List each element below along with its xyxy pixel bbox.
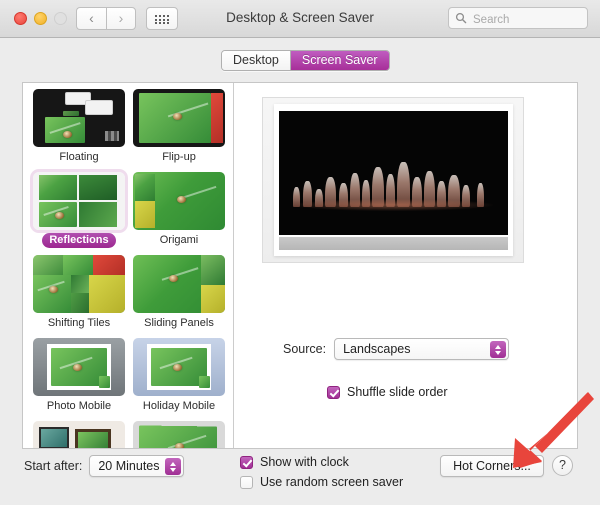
screen-saver-label: Flip-up bbox=[162, 151, 196, 163]
screen-saver-item-photo-mobile[interactable]: Photo Mobile bbox=[31, 338, 127, 414]
thumbnail-vintage-prints bbox=[133, 421, 225, 448]
screen-saver-preview bbox=[262, 97, 524, 263]
screen-saver-item-reflections[interactable]: Reflections bbox=[31, 172, 127, 248]
screen-saver-item-shifting-tiles[interactable]: Shifting Tiles bbox=[31, 255, 127, 331]
screen-saver-item-photo-wall[interactable]: Photo Wall bbox=[31, 421, 127, 448]
source-row: Source: Landscapes bbox=[283, 338, 510, 360]
tab-bar: Desktop Screen Saver bbox=[221, 50, 390, 71]
shuffle-slide-order-checkbox[interactable]: Shuffle slide order bbox=[327, 385, 448, 399]
window-titlebar: ‹ › Desktop & Screen Saver bbox=[0, 0, 600, 38]
search-field[interactable] bbox=[448, 7, 588, 29]
checkbox-icon[interactable] bbox=[240, 475, 253, 489]
source-label: Source: bbox=[283, 342, 327, 356]
screen-saver-label: Reflections bbox=[42, 233, 116, 248]
help-button[interactable]: ? bbox=[552, 455, 573, 476]
preview-image bbox=[279, 111, 508, 235]
hot-corners-button[interactable]: Hot Corners... bbox=[440, 455, 544, 477]
show-with-clock-label: Show with clock bbox=[260, 455, 349, 469]
thumbnail-flip-up bbox=[133, 89, 225, 147]
preferences-content-panel: Floating Flip-up Reflections Origami Shi… bbox=[22, 82, 578, 449]
screen-saver-item-floating[interactable]: Floating bbox=[31, 89, 127, 165]
screen-saver-label: Floating bbox=[59, 151, 99, 163]
use-random-screen-saver-checkbox[interactable]: Use random screen saver bbox=[240, 475, 403, 489]
chevron-updown-icon bbox=[490, 341, 507, 358]
start-after-row: Start after: 20 Minutes bbox=[24, 455, 185, 477]
show-with-clock-checkbox[interactable]: Show with clock bbox=[240, 455, 403, 469]
thumbnail-floating bbox=[33, 89, 125, 147]
search-input[interactable] bbox=[471, 10, 585, 29]
screen-saver-item-flip-up[interactable]: Flip-up bbox=[131, 89, 227, 165]
screen-saver-item-sliding-panels[interactable]: Sliding Panels bbox=[131, 255, 227, 331]
screen-saver-item-vintage-prints[interactable]: Vintage Prints bbox=[131, 421, 227, 448]
preview-mat bbox=[274, 104, 513, 256]
thumbnail-sliding-panels bbox=[133, 255, 225, 313]
thumbnail-shifting-tiles bbox=[33, 255, 125, 313]
thumbnail-reflections bbox=[33, 172, 125, 230]
thumbnail-holiday-mobile bbox=[133, 338, 225, 396]
screen-saver-label: Shifting Tiles bbox=[47, 317, 111, 329]
source-value: Landscapes bbox=[343, 342, 411, 356]
checkbox-icon[interactable] bbox=[327, 385, 340, 399]
preview-pane: Source: Landscapes Shuffle slide order bbox=[235, 83, 577, 448]
tab-screen-saver[interactable]: Screen Saver bbox=[289, 51, 389, 70]
thumbnail-photo-mobile bbox=[33, 338, 125, 396]
screen-saver-label: Holiday Mobile bbox=[142, 400, 216, 412]
search-icon bbox=[455, 12, 467, 24]
use-random-screen-saver-label: Use random screen saver bbox=[260, 475, 404, 489]
screen-saver-grid: Floating Flip-up Reflections Origami Shi… bbox=[31, 89, 227, 448]
screen-saver-item-holiday-mobile[interactable]: Holiday Mobile bbox=[131, 338, 227, 414]
checkbox-icon[interactable] bbox=[240, 455, 253, 469]
start-after-label: Start after: bbox=[24, 459, 83, 473]
screen-saver-list[interactable]: Floating Flip-up Reflections Origami Shi… bbox=[23, 83, 234, 448]
screen-saver-label: Origami bbox=[159, 234, 199, 246]
preview-footer-bar bbox=[279, 237, 508, 250]
screen-saver-item-origami[interactable]: Origami bbox=[131, 172, 227, 248]
source-popup-button[interactable]: Landscapes bbox=[334, 338, 510, 360]
screen-saver-label: Photo Mobile bbox=[46, 400, 112, 412]
screen-saver-label: Sliding Panels bbox=[144, 317, 214, 329]
thumbnail-photo-wall bbox=[33, 421, 125, 448]
tab-desktop[interactable]: Desktop bbox=[222, 51, 290, 70]
start-after-popup-button[interactable]: 20 Minutes bbox=[89, 455, 185, 477]
shuffle-slide-order-label: Shuffle slide order bbox=[347, 385, 448, 399]
chevron-updown-icon bbox=[165, 458, 182, 475]
bottom-options: Show with clock Use random screen saver bbox=[240, 455, 403, 489]
system-preferences-window: ‹ › Desktop & Screen Saver Desktop Scree… bbox=[0, 0, 600, 505]
thumbnail-origami bbox=[133, 172, 225, 230]
